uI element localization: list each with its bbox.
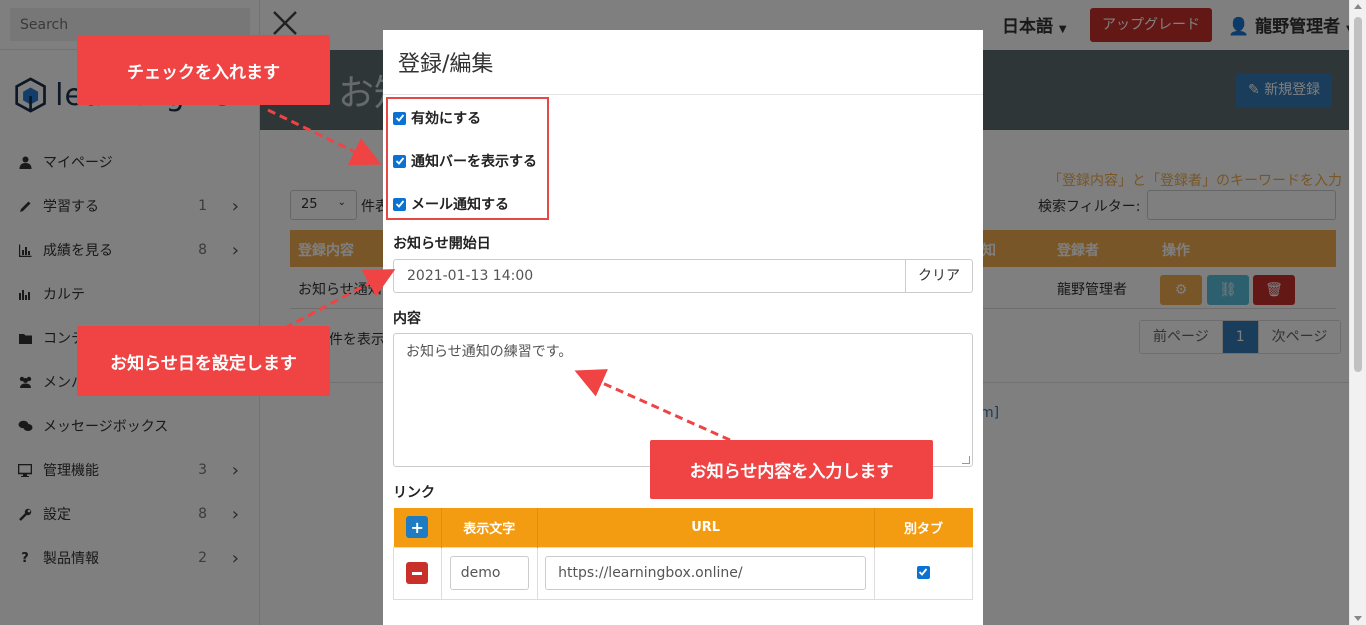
scroll-up-icon[interactable] [1354, 4, 1362, 9]
link-table-header: + 表示文字 URL 別タブ [393, 508, 973, 547]
scrollbar-thumb[interactable] [1354, 17, 1362, 372]
mail-checkbox[interactable] [393, 197, 406, 211]
mail-checkbox-row[interactable]: メール通知する [393, 194, 509, 214]
resize-handle[interactable] [962, 456, 970, 464]
column-header-new-tab: 別タブ [904, 521, 944, 537]
notice-bar-checkbox-row[interactable]: 通知バーを表示する [393, 151, 537, 171]
new-tab-cell [873, 546, 974, 600]
link-label: リンク [393, 485, 435, 501]
check-icon [919, 568, 928, 576]
edit-modal: 登録/編集 有効にする 通知バーを表示する メール通知する お知らせ開始日 20… [383, 30, 983, 625]
enable-checkbox[interactable] [393, 111, 406, 125]
link-table: + 表示文字 URL 別タブ demo https://learningbox.… [393, 508, 974, 600]
minus-icon[interactable] [406, 562, 429, 584]
mail-checkbox-label: メール通知する [411, 197, 509, 213]
display-text-cell: demo [440, 546, 538, 600]
enable-checkbox-row[interactable]: 有効にする [393, 108, 481, 128]
new-tab-checkbox[interactable] [916, 565, 930, 579]
start-date-label: お知らせ開始日 [393, 236, 491, 252]
modal-title: 登録/編集 [398, 52, 494, 77]
column-header-url: URL [537, 508, 875, 547]
modal-header: 登録/編集 [383, 30, 983, 95]
url-cell: https://learningbox.online/ [536, 546, 875, 600]
content-text: お知らせ通知の練習です。 [406, 344, 573, 360]
close-icon[interactable] [270, 8, 300, 38]
scroll-down-icon[interactable] [1354, 616, 1362, 621]
check-icon [395, 157, 404, 165]
add-link-cell: + [393, 508, 442, 547]
callout-content: お知らせ内容を入力します [650, 440, 933, 499]
check-icon [395, 114, 404, 122]
callout-check: チェックを入れます [77, 35, 330, 105]
content-label: 内容 [393, 311, 421, 327]
check-icon [395, 200, 404, 208]
notice-bar-checkbox[interactable] [393, 154, 406, 168]
column-header-display-text: 表示文字 [441, 508, 538, 547]
scrollbar[interactable] [1349, 0, 1366, 625]
callout-date: お知らせ日を設定します [77, 326, 330, 396]
display-text-input[interactable]: demo [449, 556, 529, 590]
plus-icon[interactable]: + [406, 516, 429, 539]
clear-button[interactable]: クリア [905, 259, 973, 293]
remove-link-cell [393, 546, 442, 600]
url-input[interactable]: https://learningbox.online/ [545, 556, 867, 590]
notice-bar-checkbox-label: 通知バーを表示する [411, 154, 537, 170]
enable-checkbox-label: 有効にする [411, 111, 482, 127]
start-date-input[interactable]: 2021-01-13 14:00 [393, 259, 906, 293]
link-row: demo https://learningbox.online/ [393, 546, 974, 600]
